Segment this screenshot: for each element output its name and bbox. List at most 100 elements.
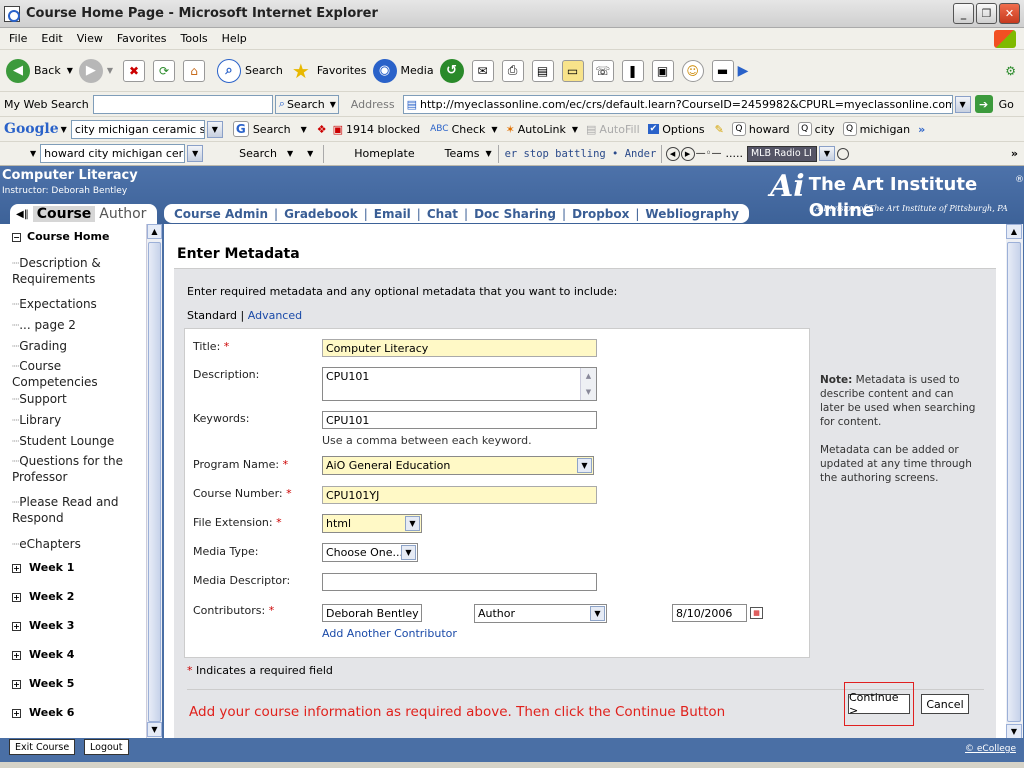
menu-edit[interactable]: Edit <box>41 32 62 45</box>
term-michigan[interactable]: michigan <box>860 123 911 136</box>
popup-blocked-count[interactable]: 1914 blocked <box>346 123 420 136</box>
teams-button[interactable]: Teams <box>445 147 480 160</box>
menu-file[interactable]: File <box>9 32 27 45</box>
radio-station-select[interactable]: MLB Radio LI <box>746 145 817 162</box>
stop-icon[interactable]: ✖ <box>123 59 146 82</box>
google-query-dropdown-icon[interactable]: ▼ <box>206 120 223 138</box>
go-arrow-icon[interactable]: ➔ <box>974 95 993 113</box>
toolbar-search-input[interactable]: howard city michigan cerami <box>40 144 186 163</box>
nav-chat[interactable]: Chat <box>421 207 464 221</box>
news-ticker[interactable]: er stop battling • Andersor <box>505 148 657 160</box>
radio-power-icon[interactable] <box>836 147 849 160</box>
nav-gradebook[interactable]: Gradebook <box>278 207 364 221</box>
media-descriptor-field[interactable] <box>322 573 597 591</box>
description-field[interactable]: CPU101 ▲ ▼ <box>322 367 597 401</box>
page-icon[interactable]: ▣ <box>651 59 674 82</box>
minimize-button[interactable]: _ <box>953 3 974 24</box>
home-icon[interactable]: ⌂ <box>183 59 206 82</box>
my-web-search-button[interactable]: ⌕ Search ▼ <box>274 94 339 114</box>
autolink-button[interactable]: AutoLink <box>518 123 566 136</box>
mode-advanced[interactable]: Advanced <box>248 309 302 322</box>
sidebar-item-support[interactable]: ┈Support <box>12 391 67 407</box>
sidebar-item-library[interactable]: ┈Library <box>12 412 61 428</box>
expand-tree-icon[interactable]: + <box>12 622 21 631</box>
refresh-icon[interactable]: ⟳ <box>153 59 176 82</box>
sidebar-week-1[interactable]: + Week 1 <box>12 561 74 574</box>
sidebar-item-competencies[interactable]: ┈Course Competencies <box>12 358 122 390</box>
cancel-button[interactable]: Cancel <box>921 694 969 714</box>
title-field[interactable]: Computer Literacy <box>322 339 597 357</box>
toolbar-extra-icon[interactable]: ⚙ <box>1005 64 1016 78</box>
textarea-scrollbar[interactable]: ▲ ▼ <box>580 368 596 400</box>
scroll-down-icon[interactable]: ▼ <box>1006 724 1022 739</box>
edit-icon[interactable]: ▤ <box>531 59 554 82</box>
homeplate-button[interactable]: Homeplate <box>354 147 414 160</box>
menu-tools[interactable]: Tools <box>181 32 208 45</box>
calendar-icon[interactable]: ▦ <box>750 607 763 619</box>
sidebar-item-student-lounge[interactable]: ┈Student Lounge <box>12 433 114 449</box>
scroll-up-icon[interactable]: ▲ <box>1006 224 1022 239</box>
term-howard[interactable]: howard <box>749 123 790 136</box>
google-logo[interactable]: Google <box>4 121 59 137</box>
expand-tree-icon[interactable]: + <box>12 564 21 573</box>
volume-slider-icon[interactable]: —◦— <box>696 148 722 159</box>
messenger-icon[interactable]: ☏ <box>591 59 614 82</box>
sidebar-item-description[interactable]: ┈Description & Requirements <box>12 255 138 287</box>
term-city[interactable]: city <box>815 123 835 136</box>
media-toolbar-button[interactable]: ◉ Media <box>372 58 434 83</box>
content-scrollbar[interactable]: ▲ ▼ <box>1006 224 1023 740</box>
sidebar-scroll-thumb[interactable] <box>148 242 161 722</box>
sidebar-item-questions[interactable]: ┈Questions for the Professor <box>12 453 138 485</box>
continue-button[interactable]: Continue > <box>848 691 910 717</box>
sidebar-week-4[interactable]: + Week 4 <box>12 648 74 661</box>
sidebar-scrollbar[interactable]: ▲ ▼ <box>146 224 162 738</box>
dropdown-icon[interactable]: ▼ <box>30 149 36 158</box>
toolbar-query-dropdown-icon[interactable]: ▼ <box>187 145 204 162</box>
ecollege-link[interactable]: © eCollege <box>965 744 1016 754</box>
logout-button[interactable]: Logout <box>84 739 129 755</box>
program-select[interactable]: AiO General Education ▼ <box>322 456 594 475</box>
content-scroll-thumb[interactable] <box>1007 242 1021 722</box>
tab-course[interactable]: Course <box>32 206 96 222</box>
menu-help[interactable]: Help <box>222 32 247 45</box>
address-dropdown-icon[interactable]: ▼ <box>954 95 971 113</box>
radio-dropdown-icon[interactable]: ▼ <box>818 146 835 161</box>
address-input[interactable]: ▤ http://myeclassonline.com/ec/crs/defau… <box>402 94 953 114</box>
nav-doc-sharing[interactable]: Doc Sharing <box>468 207 562 221</box>
back-button[interactable]: ◀ Back ▼ <box>6 58 73 83</box>
exit-course-button[interactable]: Exit Course <box>9 739 76 755</box>
tab-author[interactable]: Author <box>99 206 146 222</box>
autofill-button[interactable]: AutoFill <box>599 123 639 136</box>
sidebar-item-page2[interactable]: ┈... page 2 <box>12 317 76 333</box>
check-button[interactable]: Check <box>452 123 486 136</box>
options-button[interactable]: Options <box>662 123 704 136</box>
dropdown-icon[interactable]: ▼ <box>301 125 307 134</box>
toolbar-search-button[interactable]: Search <box>239 147 277 160</box>
menu-view[interactable]: View <box>77 32 103 45</box>
sidebar-item-grading[interactable]: ┈Grading <box>12 338 67 354</box>
play-icon[interactable]: ▶ <box>738 63 749 79</box>
mode-standard[interactable]: Standard <box>187 309 237 322</box>
forward-button[interactable]: ▶ ▼ <box>78 58 113 83</box>
monitor-icon[interactable]: ▬ <box>711 59 734 82</box>
search-toolbar-button[interactable]: ⌕ Search <box>217 58 283 83</box>
dropdown-icon[interactable]: ▼ <box>491 125 497 134</box>
collapse-icon[interactable]: ◀‖ <box>16 209 29 220</box>
google-search-button[interactable]: Search <box>253 123 291 136</box>
links-more-chevron[interactable]: » <box>1011 147 1018 160</box>
sidebar-week-5[interactable]: + Week 5 <box>12 677 74 690</box>
file-extension-select[interactable]: html ▼ <box>322 514 422 533</box>
expand-tree-icon[interactable]: + <box>12 709 21 718</box>
news-icon[interactable]: ❖ <box>317 123 327 136</box>
keywords-field[interactable]: CPU101 <box>322 411 597 429</box>
highlighter-icon[interactable]: ✎ <box>715 123 724 136</box>
back-dropdown-icon[interactable]: ▼ <box>67 66 73 75</box>
sidebar-week-6[interactable]: + Week 6 <box>12 706 74 719</box>
google-menu-icon[interactable]: ▼ <box>61 125 67 134</box>
restore-button[interactable]: ❐ <box>976 3 997 24</box>
course-number-field[interactable]: CPU101YJ <box>322 486 597 504</box>
close-button[interactable]: ✕ <box>999 3 1020 24</box>
contributor-date-field[interactable]: 8/10/2006 <box>672 604 747 622</box>
nav-webliography[interactable]: Webliography <box>639 207 745 221</box>
collapse-tree-icon[interactable]: − <box>12 233 21 242</box>
